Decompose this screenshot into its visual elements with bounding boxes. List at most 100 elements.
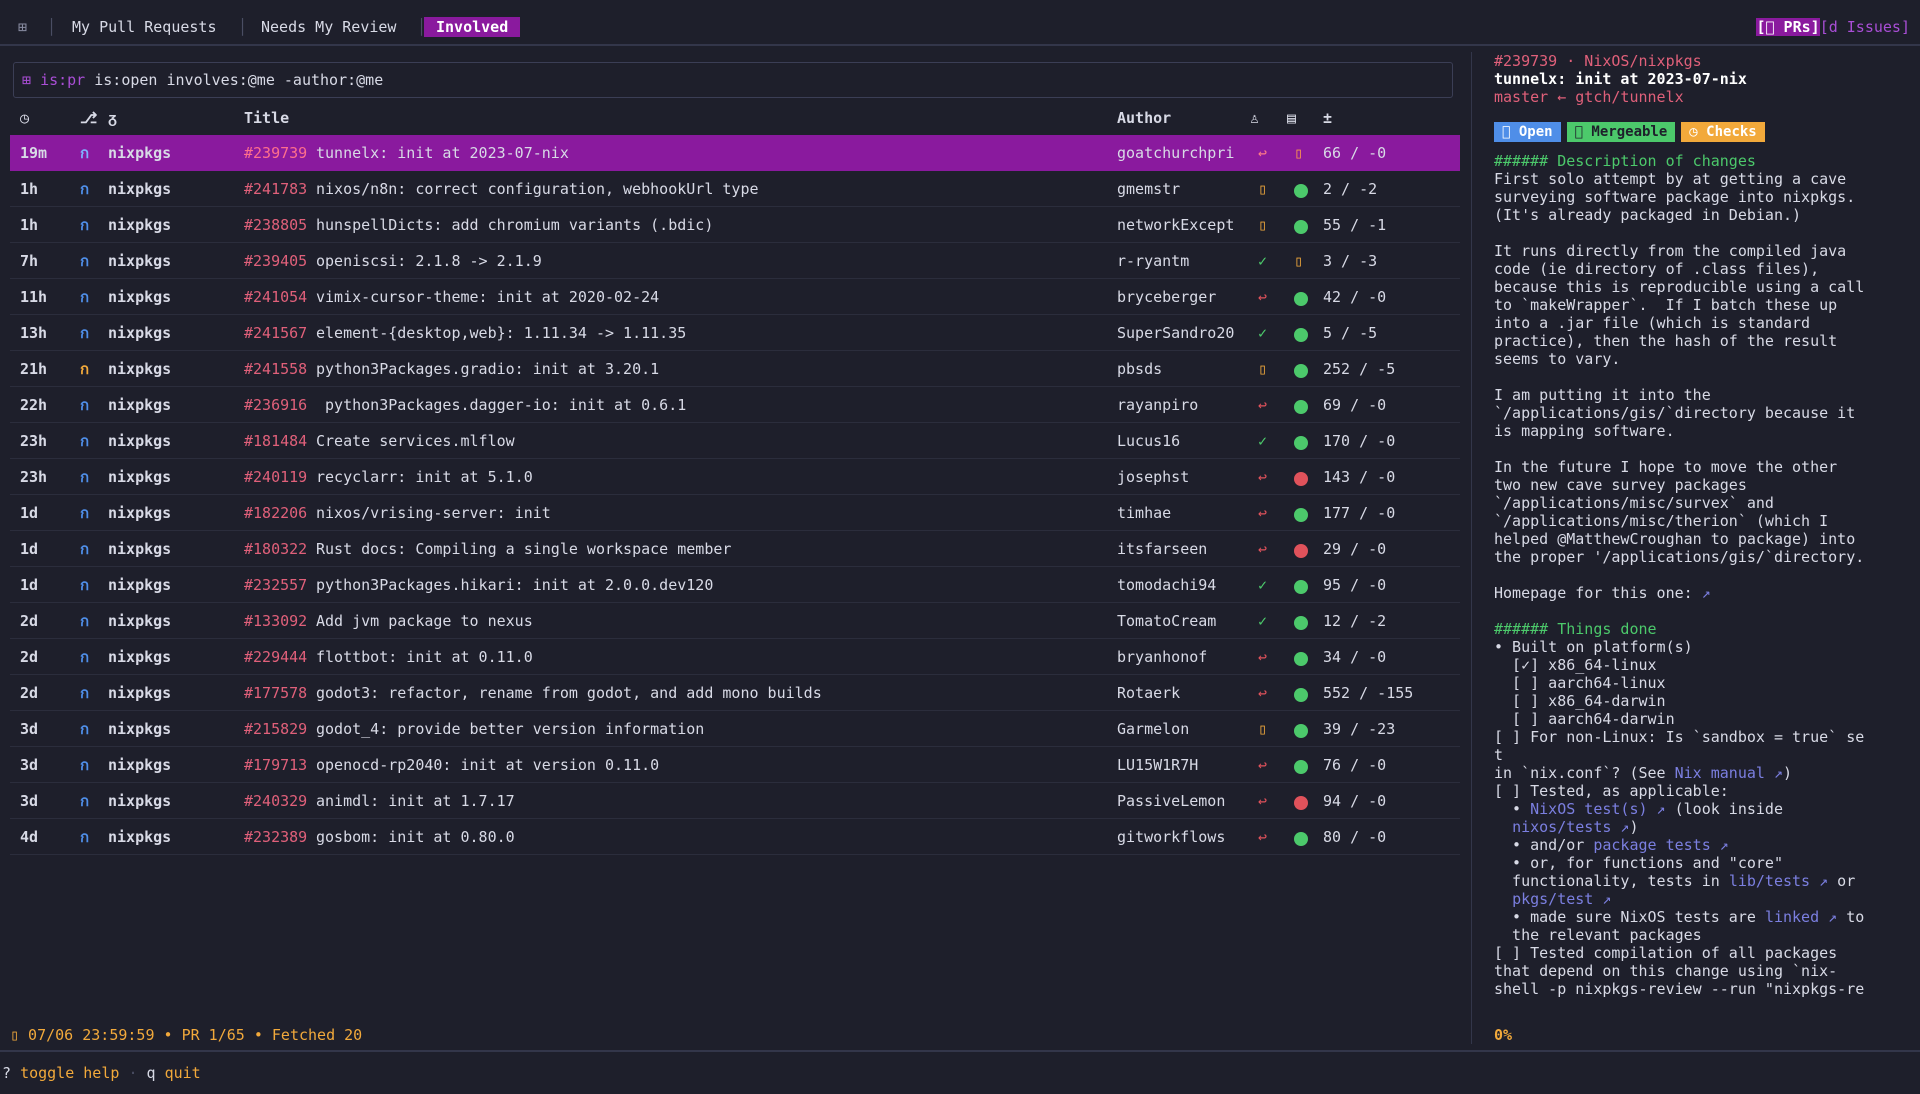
table-row[interactable]: 23h ก nixpkgs #181484 Create services.mlflow… — [10, 423, 1460, 459]
table-row[interactable]: 22h ก nixpkgs #236916 python3Packages.dagge… — [10, 387, 1460, 423]
description-line: In the future I hope to move the other — [1494, 458, 1904, 476]
description-text: • or, for functions and "core" — [1494, 854, 1783, 872]
description-text: (It's already packaged in Debian.) — [1494, 206, 1802, 224]
pr-state-icon: ก — [80, 468, 90, 486]
table-row[interactable]: 11h ก nixpkgs #241054 vimix-cursor-theme: in… — [10, 279, 1460, 315]
table-row[interactable]: 4d ก nixpkgs #232389 gosbom: init at 0.80.0 g… — [10, 819, 1460, 855]
row-title: python3Packages.dagger-io: init at 0.6.1 — [316, 396, 687, 414]
row-age: 1d — [20, 504, 39, 522]
review-status-icon: ↩ — [1258, 396, 1268, 414]
row-pr-number: #236916 — [244, 396, 308, 414]
table-row[interactable]: 1d ก nixpkgs #182206 nixos/vrising-server: i… — [10, 495, 1460, 531]
description-link[interactable]: NixOS test(s) ↗ — [1530, 800, 1665, 818]
tab-my-pull-requests[interactable]: My Pull Requests — [72, 17, 217, 37]
pane-divider — [1471, 52, 1472, 1044]
row-author: LU15W1R7H — [1117, 756, 1199, 774]
description-text: the proper '/applications/gis/`directory… — [1494, 548, 1865, 566]
table-row[interactable]: 3d ก nixpkgs #179713 openocd-rp2040: init at… — [10, 747, 1460, 783]
description-text: It runs directly from the compiled java — [1494, 242, 1847, 260]
row-author: bryanhonof — [1117, 648, 1208, 666]
table-row[interactable]: 21h ก nixpkgs #241558 python3Packages.gradio… — [10, 351, 1460, 387]
description-line: t — [1494, 746, 1904, 764]
table-row[interactable]: 3d ก nixpkgs #240329 animdl: init at 1.7.17 P… — [10, 783, 1460, 819]
row-title: godot_4: provide better version informat… — [316, 720, 705, 738]
pr-state-icon: ก — [80, 684, 90, 702]
description-text: [ ] Tested, as applicable: — [1494, 782, 1729, 800]
view-mode-switch[interactable]: [󰊢 PRs][d Issues] — [1756, 17, 1910, 37]
description-text: into a .jar file (which is standard — [1494, 314, 1811, 332]
description-text: helped @MatthewCroughan to package) into — [1494, 530, 1856, 548]
mode-prs[interactable]: [󰊢 PRs] — [1756, 18, 1820, 36]
tab-involved[interactable]: Involved — [424, 17, 521, 37]
row-title: element-{desktop,web}: 1.11.34 -> 1.11.3… — [316, 324, 687, 342]
mode-issues[interactable]: [d Issues] — [1820, 18, 1910, 36]
row-title: openiscsi: 2.1.8 -> 2.1.9 — [316, 252, 542, 270]
row-title: Add jvm package to nexus — [316, 612, 533, 630]
description-line: the proper '/applications/gis/`directory… — [1494, 548, 1904, 566]
ci-status-icon — [1294, 360, 1308, 380]
description-link[interactable]: linked ↗ — [1765, 908, 1837, 926]
row-repo: nixpkgs — [108, 792, 172, 810]
ci-status-icon — [1294, 540, 1308, 560]
table-row[interactable]: 1h ก nixpkgs #241783 nixos/n8n: correct conf… — [10, 171, 1460, 207]
search-input[interactable]: ⊞ is:pr is:open involves:@me -author:@me — [13, 62, 1453, 98]
review-status-icon: ↩ — [1258, 756, 1268, 774]
description-line — [1494, 566, 1904, 584]
review-status-icon: ✓ — [1258, 252, 1268, 270]
description-text: seems to vary. — [1494, 350, 1621, 368]
review-status-icon: ✓ — [1258, 324, 1268, 342]
description-line: [ ] aarch64-linux — [1494, 674, 1904, 692]
ci-status-icon — [1294, 720, 1308, 740]
description-line: [ ] For non-Linux: Is `sandbox = true` s… — [1494, 728, 1904, 746]
check-icon — [1294, 399, 1308, 414]
table-row[interactable]: 2d ก nixpkgs #177578 godot3: refactor, renam… — [10, 675, 1460, 711]
description-line: `/applications/misc/survex` and — [1494, 494, 1904, 512]
table-row[interactable]: 13h ก nixpkgs #241567 element-{desktop,web}:… — [10, 315, 1460, 351]
search-query[interactable]: is:open involves:@me -author:@me — [94, 71, 383, 89]
table-row[interactable]: 2d ก nixpkgs #133092 Add jvm package to nexu… — [10, 603, 1460, 639]
description-link[interactable]: nixos/tests ↗ — [1512, 818, 1629, 836]
row-author: gmemstr — [1117, 180, 1181, 198]
description-text: [✓] x86_64-linux — [1494, 656, 1657, 674]
description-link[interactable]: package tests ↗ — [1593, 836, 1728, 854]
lines-column-icon: ± — [1323, 109, 1333, 127]
tab-needs-my-review[interactable]: Needs My Review — [261, 17, 396, 37]
checks-column-icon: ▤ — [1287, 109, 1297, 127]
table-row[interactable]: 23h ก nixpkgs #240119 recyclarr: init at 5.1… — [10, 459, 1460, 495]
search-prefix: is:pr — [40, 71, 86, 89]
row-pr-number: #241054 — [244, 288, 308, 306]
row-repo: nixpkgs — [108, 180, 172, 198]
description-link[interactable]: ↗ — [1702, 584, 1711, 602]
table-row[interactable]: 19m ก nixpkgs #239739 tunnelx: init at 2023-… — [10, 135, 1460, 171]
row-lines-changed: 80 / -0 — [1323, 828, 1387, 846]
description-line — [1494, 602, 1904, 620]
help-label[interactable]: toggle help — [20, 1064, 119, 1082]
pr-state-icon: ก — [80, 216, 90, 234]
description-link[interactable]: Nix manual ↗ — [1675, 764, 1783, 782]
row-author: timhae — [1117, 504, 1172, 522]
quit-label[interactable]: quit — [165, 1064, 201, 1082]
row-repo: nixpkgs — [108, 396, 172, 414]
description-text: that depend on this change using `nix- — [1494, 962, 1838, 980]
check-icon — [1294, 327, 1308, 342]
row-pr-number: #241783 — [244, 180, 308, 198]
table-row[interactable]: 3d ก nixpkgs #215829 godot_4: provide better… — [10, 711, 1460, 747]
table-row[interactable]: 7h ก nixpkgs #239405 openiscsi: 2.1.8 -> 2.1… — [10, 243, 1460, 279]
row-repo: nixpkgs — [108, 720, 172, 738]
row-pr-number: #241558 — [244, 360, 308, 378]
description-link[interactable]: pkgs/test ↗ — [1512, 890, 1611, 908]
description-link[interactable]: lib/tests ↗ — [1729, 872, 1828, 890]
table-row[interactable]: 1d ก nixpkgs #180322 Rust docs: Compiling a … — [10, 531, 1460, 567]
check-icon — [1294, 723, 1308, 738]
review-status-icon: ▯ — [1258, 360, 1268, 378]
description-text: ###### Description of changes — [1494, 152, 1756, 170]
row-age: 11h — [20, 288, 48, 306]
ci-status-icon: ▯ — [1294, 144, 1304, 162]
description-line — [1494, 224, 1904, 242]
table-row[interactable]: 1d ก nixpkgs #232557 python3Packages.hikari:… — [10, 567, 1460, 603]
table-row[interactable]: 1h ก nixpkgs #238805 hunspellDicts: add chro… — [10, 207, 1460, 243]
ci-status-icon — [1294, 288, 1308, 308]
table-row[interactable]: 2d ก nixpkgs #229444 flottbot: init at 0.11.… — [10, 639, 1460, 675]
ci-status-icon — [1294, 504, 1308, 524]
description-line: code (ie directory of .class files), — [1494, 260, 1904, 278]
